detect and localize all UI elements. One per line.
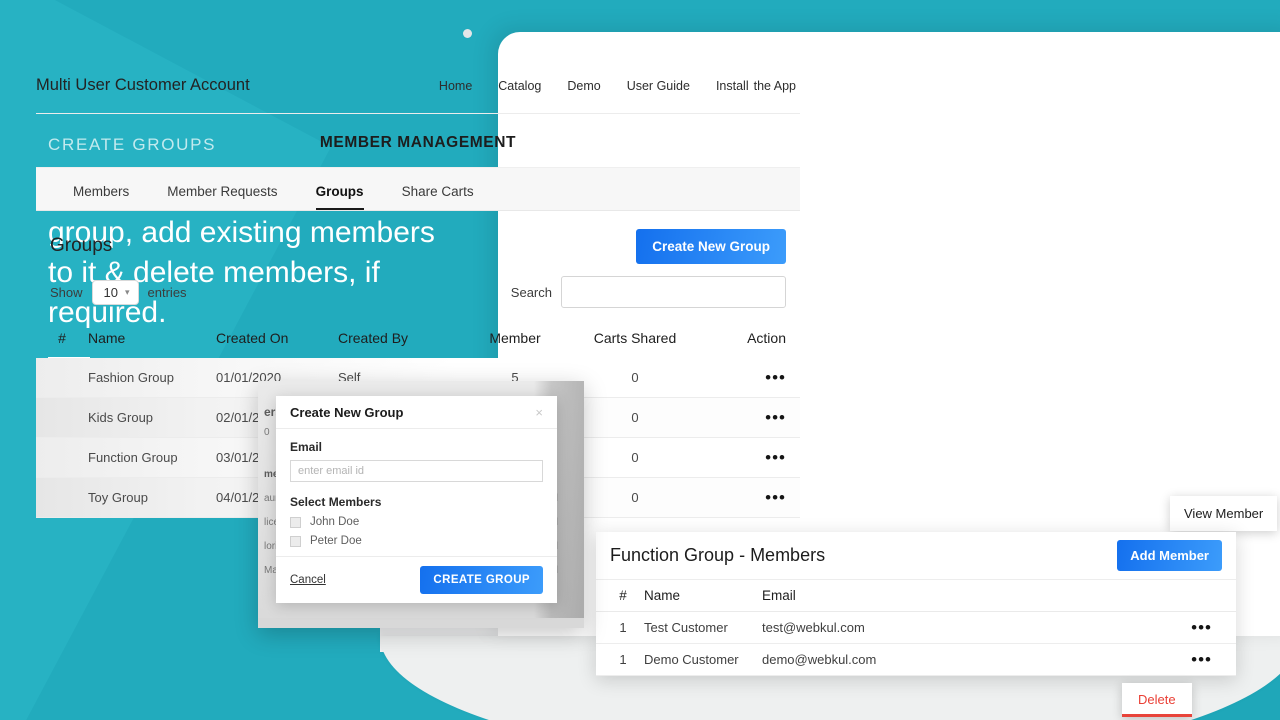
cell-name: Toy Group xyxy=(88,490,148,505)
page-title: MEMBER MANAGEMENT xyxy=(319,134,517,151)
col-header-index: # xyxy=(619,588,627,603)
cell-email: demo@webkul.com xyxy=(762,652,877,667)
col-header-name: Name xyxy=(644,588,681,603)
cell-index: 1 xyxy=(619,620,627,635)
nav-the-app-word: the App xyxy=(753,78,796,93)
email-label: Email xyxy=(290,440,323,454)
member-name-label: Peter Doe xyxy=(310,535,362,547)
tab-bar: Members Member Requests Groups Share Car… xyxy=(36,167,800,211)
entries-label: entries xyxy=(147,284,187,300)
col-header-index: # xyxy=(58,330,66,346)
groups-panel-header: Groups Create New Group xyxy=(36,222,800,270)
show-entries-group: Show 10 ▾ entries xyxy=(50,279,187,305)
row-action-menu-icon[interactable]: ••• xyxy=(765,488,786,507)
cell-email: test@webkul.com xyxy=(762,620,865,635)
modal-footer: Cancel CREATE GROUP xyxy=(276,556,557,603)
groups-table-header-row: # Name Created On Created By Member Cart… xyxy=(36,318,800,358)
chevron-down-icon: ▾ xyxy=(125,286,130,297)
col-header-member: Member xyxy=(489,330,541,346)
search-group: Search xyxy=(511,276,786,308)
checkbox-peter-doe[interactable] xyxy=(290,535,301,547)
row-action-menu-icon[interactable]: ••• xyxy=(765,408,786,427)
cell-name: Kids Group xyxy=(88,410,154,425)
row-action-menu-icon[interactable]: ••• xyxy=(765,448,786,467)
col-header-action: Action xyxy=(747,330,786,346)
group-members-panel: Function Group - Members Add Member # Na… xyxy=(596,532,1236,676)
create-group-modal: Create New Group × Email Select Members … xyxy=(276,396,557,603)
modal-body: Email Select Members John Doe Peter Doe xyxy=(276,429,557,556)
row-action-menu-icon[interactable]: ••• xyxy=(765,368,786,387)
cell-carts-shared: 0 xyxy=(631,490,639,505)
members-table-header-row: # Name Email xyxy=(596,580,1236,612)
email-field[interactable] xyxy=(290,460,543,482)
group-members-header: Function Group - Members Add Member xyxy=(596,532,1236,580)
cell-name: Fashion Group xyxy=(88,370,174,385)
modal-header: Create New Group × xyxy=(276,396,557,429)
screenshot-stage: CREATE GROUPS Let customers create a new… xyxy=(0,0,1280,720)
delete-menu-item[interactable]: Delete xyxy=(1122,683,1192,717)
tab-member-requests[interactable]: Member Requests xyxy=(148,184,296,210)
nav-item-install-the-app[interactable]: Install the App xyxy=(716,79,796,93)
show-label: Show xyxy=(50,284,83,300)
cell-carts-shared: 0 xyxy=(631,450,639,465)
cell-name: Demo Customer xyxy=(644,652,739,667)
member-name-label: John Doe xyxy=(310,516,360,528)
checkbox-john-doe[interactable] xyxy=(290,516,301,528)
groups-table-controls: Show 10 ▾ entries Search xyxy=(36,268,800,316)
tab-members[interactable]: Members xyxy=(54,184,148,210)
cell-index: 1 xyxy=(619,652,627,667)
list-item[interactable]: 1 Test Customer test@webkul.com ••• xyxy=(596,612,1236,644)
entries-per-page-value: 10 xyxy=(103,284,118,300)
col-header-created-by: Created By xyxy=(338,330,409,346)
col-header-created-on: Created On xyxy=(216,330,289,346)
webcam-dot-icon xyxy=(463,29,472,38)
tab-share-carts[interactable]: Share Carts xyxy=(383,184,493,210)
view-member-menu-item[interactable]: View Member xyxy=(1170,496,1278,531)
list-item[interactable]: 1 Demo Customer demo@webkul.com ••• xyxy=(596,644,1236,676)
member-checkbox-row[interactable]: Peter Doe xyxy=(290,535,543,547)
cell-name: Test Customer xyxy=(644,620,728,635)
create-group-submit-button[interactable]: CREATE GROUP xyxy=(420,566,543,594)
nav-item-demo[interactable]: Demo xyxy=(567,79,600,93)
tab-groups[interactable]: Groups xyxy=(297,184,383,210)
create-new-group-button[interactable]: Create New Group xyxy=(636,228,786,264)
search-label: Search xyxy=(510,284,552,300)
row-action-menu-icon[interactable]: ••• xyxy=(1191,650,1212,669)
nav-item-home[interactable]: Home xyxy=(439,79,472,93)
col-header-name: Name xyxy=(88,330,126,346)
entries-per-page-select[interactable]: 10 ▾ xyxy=(91,279,139,305)
search-input[interactable] xyxy=(561,276,786,308)
cancel-button[interactable]: Cancel xyxy=(290,574,326,586)
member-checkbox-row[interactable]: John Doe xyxy=(290,516,543,528)
col-header-carts-shared: Carts Shared xyxy=(593,330,677,346)
row-action-menu-icon[interactable]: ••• xyxy=(1191,618,1212,637)
nav-install-word: Install xyxy=(715,78,749,93)
nav-item-catalog[interactable]: Catalog xyxy=(498,79,541,93)
add-member-button[interactable]: Add Member xyxy=(1117,540,1222,571)
site-title: Multi User Customer Account xyxy=(36,76,250,94)
groups-panel-title: Groups xyxy=(50,235,113,256)
create-group-window: ers 0 me aur lice lori Mad s ted ted ted… xyxy=(258,381,584,628)
cell-carts-shared: 0 xyxy=(631,370,639,385)
nav-item-user-guide[interactable]: User Guide xyxy=(627,79,690,93)
site-nav[interactable]: Home Catalog Demo User Guide Install the … xyxy=(439,79,800,93)
select-members-label: Select Members xyxy=(290,495,382,509)
group-members-title: Function Group - Members xyxy=(610,545,826,565)
col-header-email: Email xyxy=(762,588,796,603)
modal-title: Create New Group xyxy=(290,404,404,420)
site-header: Multi User Customer Account Home Catalog… xyxy=(36,58,800,114)
cell-carts-shared: 0 xyxy=(631,410,639,425)
cell-name: Function Group xyxy=(88,450,178,465)
close-icon[interactable]: × xyxy=(535,406,543,419)
